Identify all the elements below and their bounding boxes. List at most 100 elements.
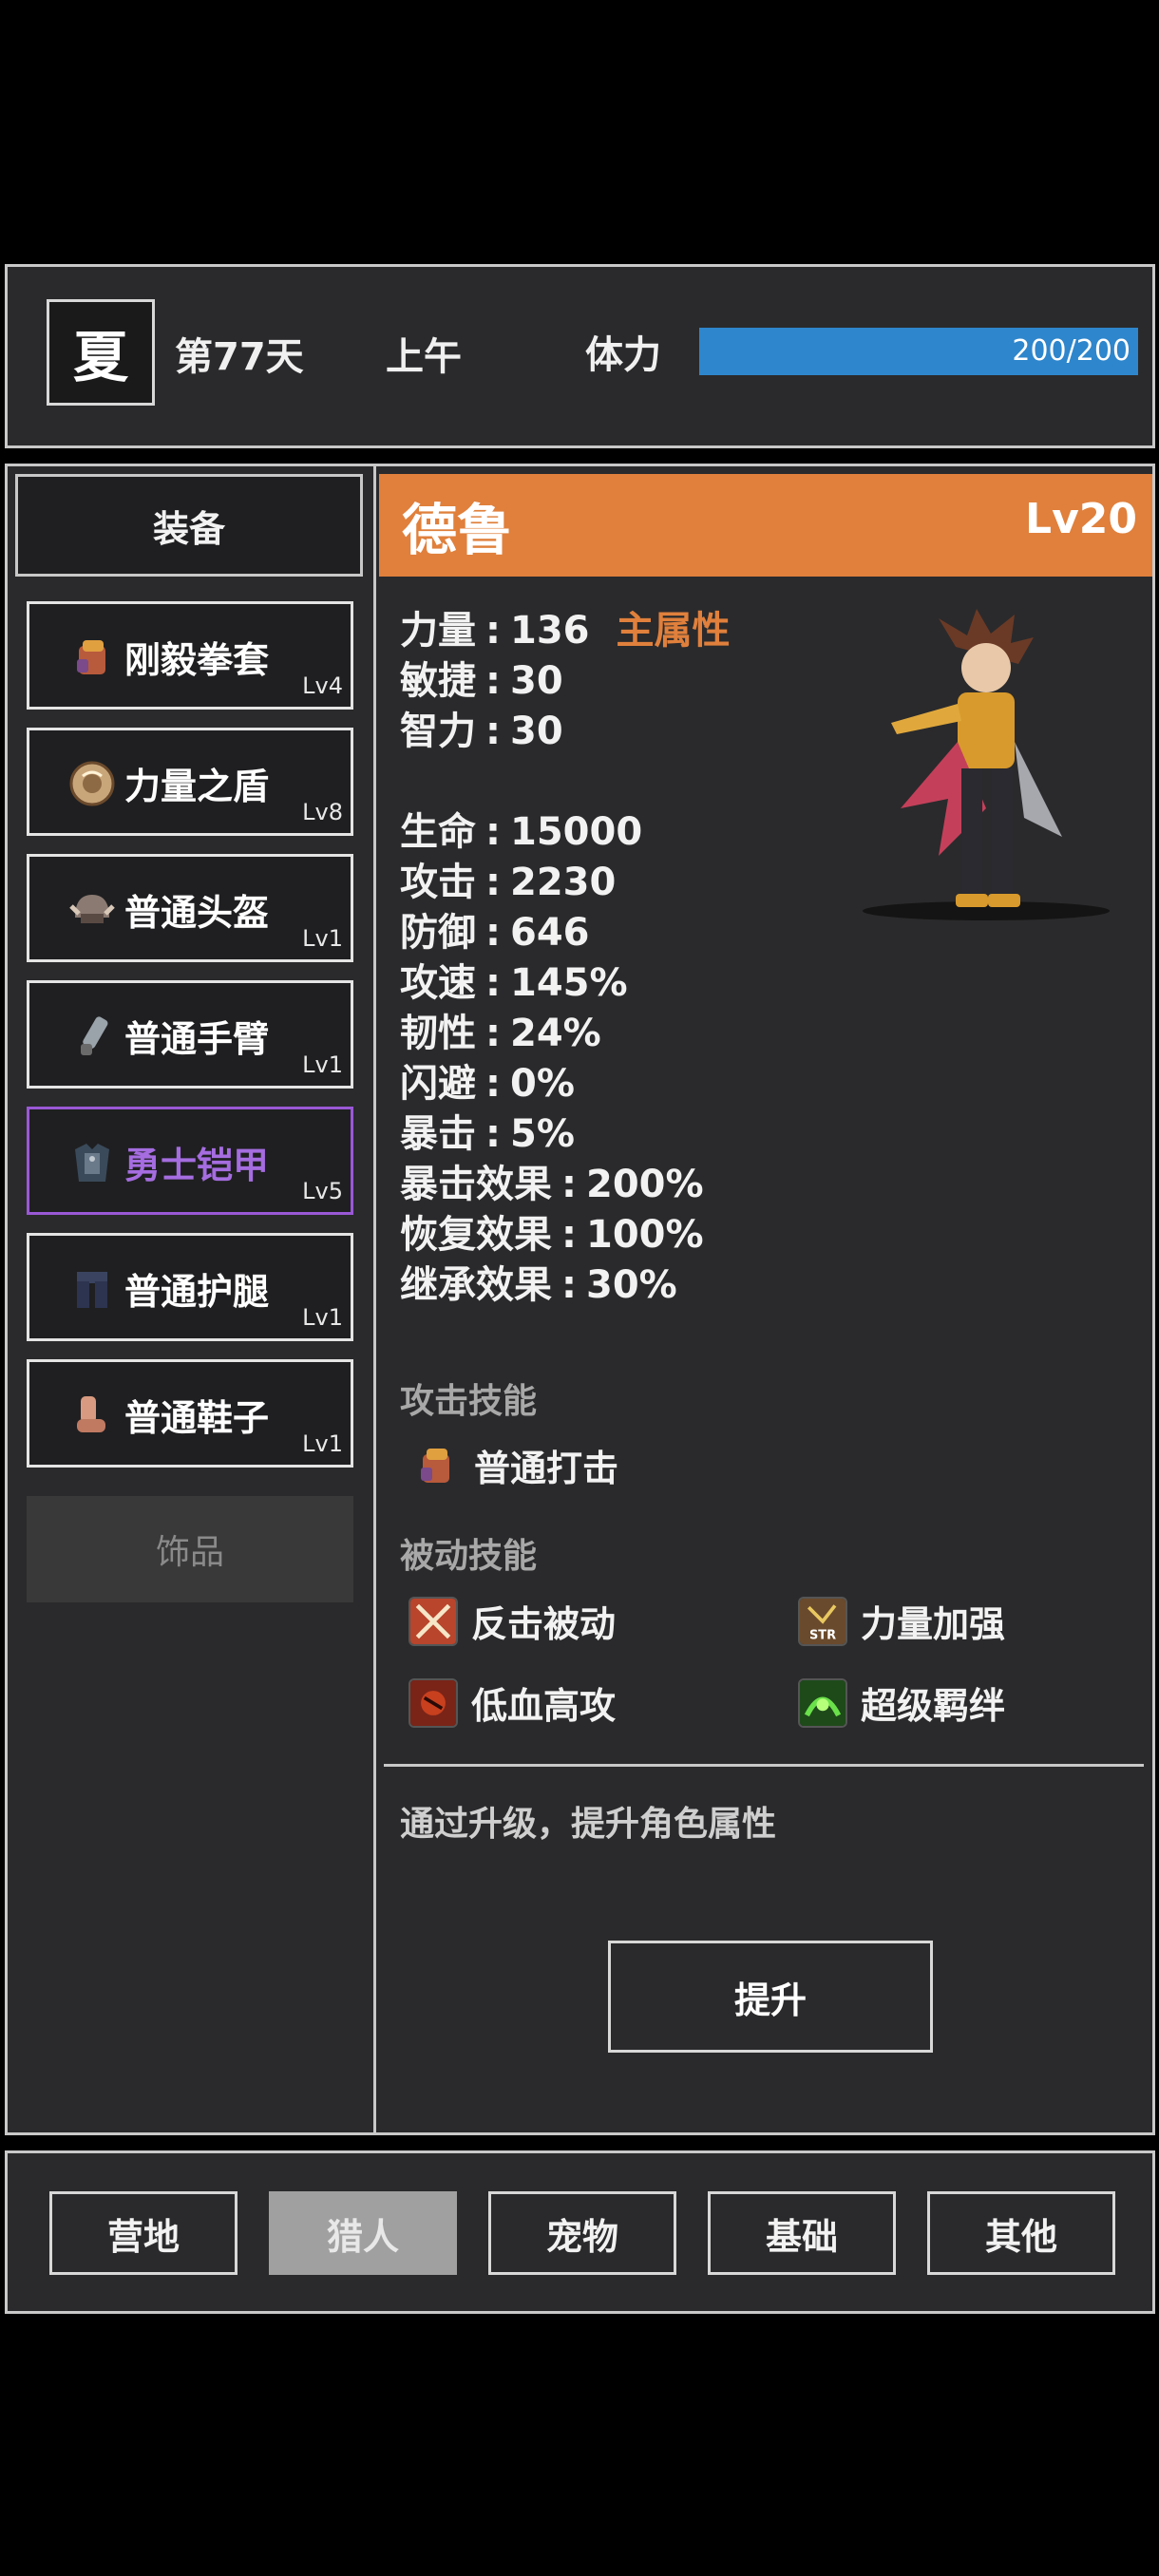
stat-row: 智力:30 <box>400 700 563 755</box>
skill-name: 超级羁绊 <box>861 1685 1006 1727</box>
stat-label: 力量 <box>400 609 476 653</box>
accessory-slot[interactable]: 饰品 <box>27 1496 353 1602</box>
attack-skills-title: 攻击技能 <box>400 1382 538 1421</box>
equip-slot-armor[interactable]: 勇士铠甲 Lv5 <box>27 1107 353 1215</box>
stat-label: 攻击 <box>400 861 476 904</box>
passive-skills-title: 被动技能 <box>400 1537 538 1576</box>
tab-basic[interactable]: 基础 <box>708 2191 896 2275</box>
stamina-label: 体力 <box>585 333 661 377</box>
stat-value: 30 <box>510 710 563 753</box>
stat-label: 恢复效果 <box>400 1213 552 1257</box>
stat-value: 30% <box>586 1263 677 1307</box>
skill-low-hp-high-attack[interactable]: 低血高攻 <box>408 1676 616 1729</box>
stat-label: 韧性 <box>400 1012 476 1055</box>
upgrade-hint: 通过升级，提升角色属性 <box>400 1805 777 1844</box>
helmet-icon <box>69 895 115 923</box>
skill-super-bond[interactable]: 超级羁绊 <box>798 1676 1005 1729</box>
tab-pet[interactable]: 宠物 <box>488 2191 676 2275</box>
equip-slot-name: 力量之盾 <box>124 766 270 807</box>
stat-label: 攻速 <box>400 961 476 1005</box>
upgrade-button[interactable]: 提升 <box>608 1941 933 2053</box>
equip-slot-gloves[interactable]: 刚毅拳套 Lv4 <box>27 601 353 710</box>
stat-row: 敏捷:30 <box>400 650 563 705</box>
hero-portrait <box>863 609 1110 920</box>
stat-label: 闪避 <box>400 1062 476 1106</box>
stat-separator: : <box>561 1263 577 1307</box>
skill-normal-strike[interactable]: 普通打击 <box>411 1439 618 1491</box>
skill-name: 反击被动 <box>471 1603 617 1645</box>
armor-icon <box>75 1144 109 1182</box>
equip-slot-level: Lv1 <box>302 1430 343 1457</box>
skill-counter[interactable]: 反击被动 <box>408 1595 616 1647</box>
equip-slot-level: Lv8 <box>302 799 343 825</box>
skill-strength-boost[interactable]: STR 力量加强 <box>798 1595 1005 1647</box>
stat-separator: : <box>485 1062 501 1106</box>
stat-separator: : <box>485 961 501 1005</box>
skill-name: 普通打击 <box>474 1448 619 1489</box>
stat-value: 136 <box>510 609 590 653</box>
equip-slot-helmet[interactable]: 普通头盔 Lv1 <box>27 854 353 962</box>
stat-row: 力量:136 主属性 <box>400 599 731 654</box>
status-bar: 夏 第77天 上午 体力 200/200 <box>5 264 1155 448</box>
stamina-value: 200/200 <box>1012 334 1130 368</box>
stat-value: 646 <box>510 911 590 955</box>
equip-slot-legs[interactable]: 普通护腿 Lv1 <box>27 1233 353 1341</box>
boots-icon <box>77 1396 105 1432</box>
stat-row: 闪避:0% <box>400 1052 575 1108</box>
stat-label: 敏捷 <box>400 659 476 703</box>
stat-label: 暴击 <box>400 1112 476 1156</box>
stat-label: 防御 <box>400 911 476 955</box>
stat-label: 生命 <box>400 810 476 854</box>
tab-other[interactable]: 其他 <box>927 2191 1115 2275</box>
equip-slot-level: Lv5 <box>302 1178 343 1204</box>
skill-name: 力量加强 <box>861 1603 1006 1645</box>
equip-slot-name: 普通手臂 <box>124 1018 270 1060</box>
stat-value: 30 <box>510 659 563 703</box>
equip-slot-name: 刚毅拳套 <box>124 639 270 681</box>
equip-slot-boots[interactable]: 普通鞋子 Lv1 <box>27 1359 353 1468</box>
stat-row: 生命:15000 <box>400 801 642 856</box>
equip-slot-name: 普通护腿 <box>124 1271 270 1313</box>
stat-label: 暴击效果 <box>400 1163 552 1206</box>
gauntlet-icon <box>77 640 105 674</box>
hero-panel: 装备 刚毅拳套 Lv4 力量之盾 Lv8 普通头盔 Lv1 普通手臂 Lv1 勇… <box>5 464 1155 2135</box>
time-of-day: 上午 <box>386 335 462 379</box>
section-divider <box>384 1764 1144 1767</box>
arm-guard-icon <box>81 1016 108 1055</box>
equipment-column: 装备 刚毅拳套 Lv4 力量之盾 Lv8 普通头盔 Lv1 普通手臂 Lv1 勇… <box>8 466 373 2132</box>
stat-value: 100% <box>586 1213 704 1257</box>
equip-slot-level: Lv1 <box>302 1051 343 1078</box>
hero-name: 德鲁 <box>402 498 513 562</box>
stat-row: 继承效果:30% <box>400 1254 677 1309</box>
svg-text:STR: STR <box>809 1628 836 1642</box>
season-badge: 夏 <box>47 299 155 406</box>
stat-row: 恢复效果:100% <box>400 1203 704 1259</box>
crossed-swords-icon <box>408 1596 458 1646</box>
equip-slot-name: 普通鞋子 <box>124 1397 270 1439</box>
equip-slot-level: Lv1 <box>302 1304 343 1331</box>
stat-separator: : <box>485 710 501 753</box>
str-icon: STR <box>798 1596 847 1646</box>
skill-name: 低血高攻 <box>471 1685 617 1727</box>
equipment-tab[interactable]: 装备 <box>15 474 363 577</box>
day-counter: 第77天 <box>175 335 304 379</box>
equip-slot-shield[interactable]: 力量之盾 Lv8 <box>27 728 353 836</box>
leg-guard-icon <box>77 1272 107 1308</box>
tab-hunter[interactable]: 猎人 <box>269 2191 457 2275</box>
stat-row: 暴击效果:200% <box>400 1153 704 1208</box>
equip-slot-level: Lv4 <box>302 672 343 699</box>
tab-camp[interactable]: 营地 <box>49 2191 238 2275</box>
stat-separator: : <box>561 1163 577 1206</box>
stat-value: 145% <box>510 961 628 1005</box>
bottom-nav: 营地 猎人 宠物 基础 其他 <box>5 2150 1155 2314</box>
hero-level: Lv20 <box>1025 495 1137 543</box>
hero-header: 德鲁 Lv20 <box>379 474 1152 577</box>
stat-separator: : <box>561 1213 577 1257</box>
equip-slot-level: Lv1 <box>302 925 343 952</box>
stat-row: 攻速:145% <box>400 952 628 1007</box>
equip-slot-arm[interactable]: 普通手臂 Lv1 <box>27 980 353 1089</box>
stat-value: 15000 <box>510 810 643 854</box>
bond-icon <box>798 1677 847 1728</box>
stat-separator: : <box>485 1012 501 1055</box>
stat-label: 智力 <box>400 710 476 753</box>
